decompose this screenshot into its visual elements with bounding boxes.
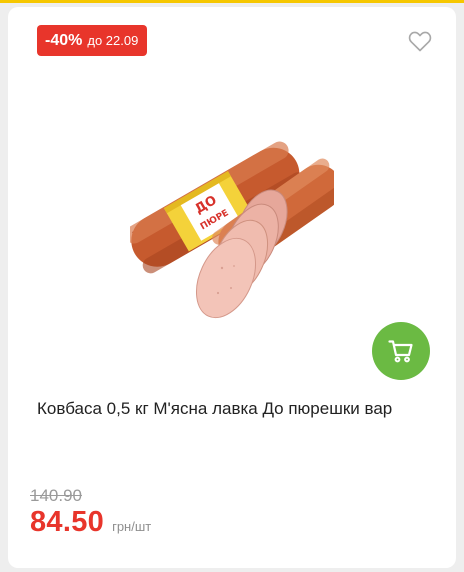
sausage-illustration: ДО ПЮРЕ	[125, 141, 348, 319]
discount-badge: -40% до 22.09	[37, 25, 148, 56]
price-row: 84.50 грн/шт	[30, 506, 151, 539]
favorite-button[interactable]	[408, 30, 432, 52]
add-to-cart-button[interactable]	[372, 322, 430, 380]
product-image[interactable]: ДО ПЮРЕ	[125, 128, 348, 322]
discount-valid-until: до 22.09	[87, 33, 139, 48]
current-price: 84.50	[30, 506, 105, 538]
top-accent-stripe	[0, 0, 464, 3]
discount-percent: -40%	[45, 31, 83, 49]
price-unit: грн/шт	[112, 519, 152, 534]
product-title[interactable]: Ковбаса 0,5 кг М'ясна лавка До пюрешки в…	[37, 395, 432, 422]
shopping-cart-icon	[388, 340, 413, 363]
heart-outline-icon	[408, 31, 432, 52]
old-price: 140.90	[30, 486, 82, 505]
